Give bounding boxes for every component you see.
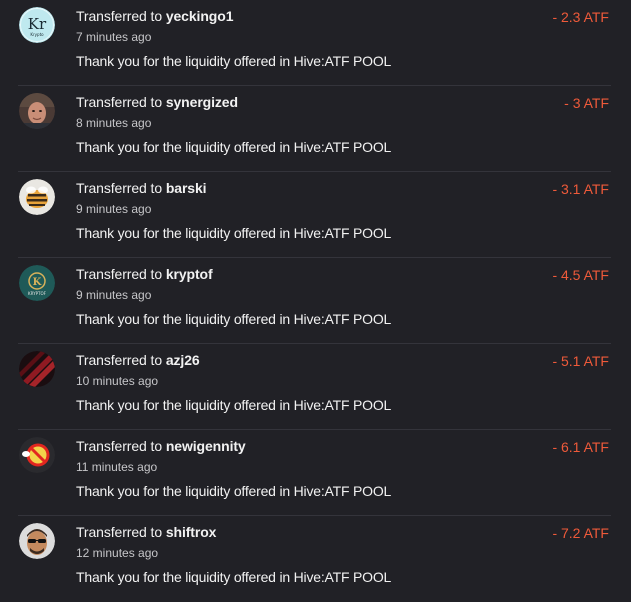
svg-text:KRYPTOF: KRYPTOF bbox=[28, 291, 47, 296]
transfer-prefix: Transferred to bbox=[76, 352, 163, 368]
no-sign-icon bbox=[19, 437, 55, 473]
recipient-link[interactable]: kryptof bbox=[166, 266, 213, 282]
red-abstract-icon bbox=[19, 351, 55, 387]
transfer-memo: Thank you for the liquidity offered in H… bbox=[76, 397, 392, 413]
transfer-timestamp: 10 minutes ago bbox=[76, 374, 159, 388]
transfer-row: Transferred to shiftrox 12 minutes ago T… bbox=[0, 516, 631, 602]
transfer-title: Transferred to yeckingo1 bbox=[76, 8, 233, 24]
transfer-row: Transferred to newigennity 11 minutes ag… bbox=[0, 430, 631, 516]
transfer-prefix: Transferred to bbox=[76, 438, 163, 454]
transfer-timestamp: 9 minutes ago bbox=[76, 202, 152, 216]
person-photo-icon bbox=[19, 93, 55, 129]
transfer-memo: Thank you for the liquidity offered in H… bbox=[76, 311, 392, 327]
transfer-amount: - 6.1 ATF bbox=[552, 439, 609, 455]
kryptof-logo-icon: K KRYPTOF bbox=[19, 265, 55, 301]
transfer-timestamp: 8 minutes ago bbox=[76, 116, 152, 130]
transfer-timestamp: 11 minutes ago bbox=[76, 460, 158, 474]
transfer-title: Transferred to newigennity bbox=[76, 438, 246, 454]
transfer-row: Transferred to synergized 8 minutes ago … bbox=[0, 86, 631, 172]
avatar-synergized[interactable] bbox=[19, 93, 55, 129]
svg-text:Krypto: Krypto bbox=[30, 32, 44, 37]
transfer-amount: - 4.5 ATF bbox=[552, 267, 609, 283]
transfer-amount: - 5.1 ATF bbox=[552, 353, 609, 369]
transfer-memo: Thank you for the liquidity offered in H… bbox=[76, 53, 392, 69]
sunglasses-person-icon bbox=[19, 523, 55, 559]
transfer-title: Transferred to azj26 bbox=[76, 352, 200, 368]
transfer-title: Transferred to shiftrox bbox=[76, 524, 216, 540]
transfer-amount: - 2.3 ATF bbox=[552, 9, 609, 25]
transfer-amount: - 7.2 ATF bbox=[552, 525, 609, 541]
recipient-link[interactable]: shiftrox bbox=[166, 524, 217, 540]
transfer-prefix: Transferred to bbox=[76, 524, 163, 540]
transfer-memo: Thank you for the liquidity offered in H… bbox=[76, 139, 392, 155]
transfer-row: Kr Krypto Transferred to yeckingo1 7 min… bbox=[0, 0, 631, 86]
avatar-newigennity[interactable] bbox=[19, 437, 55, 473]
transfer-memo: Thank you for the liquidity offered in H… bbox=[76, 483, 392, 499]
avatar-kryptof[interactable]: K KRYPTOF bbox=[19, 265, 55, 301]
transfer-history-list: Kr Krypto Transferred to yeckingo1 7 min… bbox=[0, 0, 631, 594]
transfer-timestamp: 9 minutes ago bbox=[76, 288, 152, 302]
transfer-timestamp: 7 minutes ago bbox=[76, 30, 152, 44]
transfer-title: Transferred to kryptof bbox=[76, 266, 213, 282]
transfer-prefix: Transferred to bbox=[76, 266, 163, 282]
transfer-title: Transferred to synergized bbox=[76, 94, 238, 110]
avatar-barski[interactable] bbox=[19, 179, 55, 215]
recipient-link[interactable]: yeckingo1 bbox=[166, 8, 234, 24]
transfer-memo: Thank you for the liquidity offered in H… bbox=[76, 569, 392, 585]
avatar-shiftrox[interactable] bbox=[19, 523, 55, 559]
transfer-memo: Thank you for the liquidity offered in H… bbox=[76, 225, 392, 241]
svg-text:Kr: Kr bbox=[28, 15, 47, 33]
transfer-row: Transferred to azj26 10 minutes ago Than… bbox=[0, 344, 631, 430]
recipient-link[interactable]: barski bbox=[166, 180, 207, 196]
avatar-yeckingo1[interactable]: Kr Krypto bbox=[19, 7, 55, 43]
transfer-prefix: Transferred to bbox=[76, 180, 163, 196]
transfer-amount: - 3 ATF bbox=[564, 95, 609, 111]
transfer-amount: - 3.1 ATF bbox=[552, 181, 609, 197]
transfer-prefix: Transferred to bbox=[76, 94, 163, 110]
svg-text:K: K bbox=[33, 277, 42, 288]
recipient-link[interactable]: newigennity bbox=[166, 438, 246, 454]
kr-logo-icon: Kr Krypto bbox=[19, 7, 55, 43]
transfer-timestamp: 12 minutes ago bbox=[76, 546, 159, 560]
recipient-link[interactable]: synergized bbox=[166, 94, 238, 110]
avatar-azj26[interactable] bbox=[19, 351, 55, 387]
bee-icon bbox=[19, 179, 55, 215]
transfer-row: K KRYPTOF Transferred to kryptof 9 minut… bbox=[0, 258, 631, 344]
recipient-link[interactable]: azj26 bbox=[166, 352, 200, 368]
transfer-title: Transferred to barski bbox=[76, 180, 207, 196]
transfer-prefix: Transferred to bbox=[76, 8, 163, 24]
transfer-row: Transferred to barski 9 minutes ago Than… bbox=[0, 172, 631, 258]
